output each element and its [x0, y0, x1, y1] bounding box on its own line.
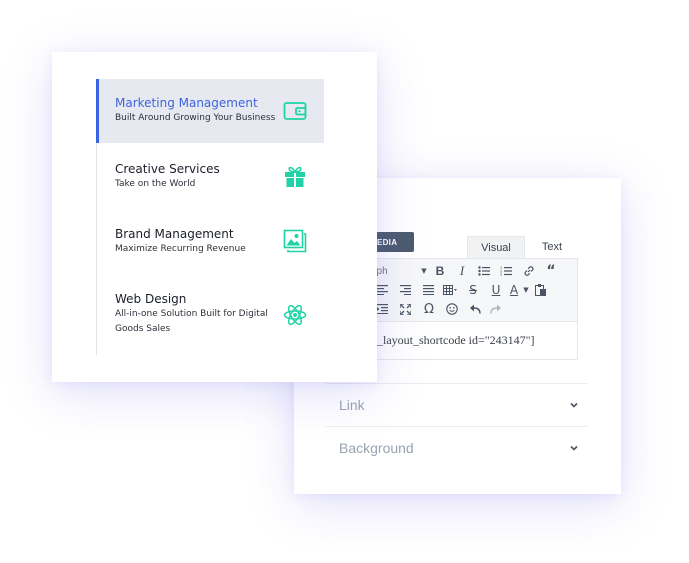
accordion-background-label: Background	[339, 440, 414, 456]
service-subtitle: Take on the World	[115, 179, 196, 189]
chevron-down-icon	[570, 445, 578, 451]
service-title: Brand Management	[115, 227, 234, 241]
shortcode-text: _layout_shortcode id="243147"]	[377, 333, 535, 347]
align-right-icon[interactable]	[393, 281, 417, 299]
emoji-icon[interactable]	[441, 300, 463, 318]
special-character-icon[interactable]: Ω	[417, 300, 441, 318]
divider	[326, 426, 588, 427]
divider	[326, 383, 588, 384]
justify-icon[interactable]	[417, 281, 439, 299]
accordion-background[interactable]: Background	[339, 437, 579, 459]
dropdown-arrow-icon[interactable]: ▼	[419, 262, 429, 280]
undo-icon[interactable]	[463, 300, 487, 318]
paragraph-format-select[interactable]: aph	[371, 262, 419, 280]
paste-icon[interactable]	[531, 281, 549, 299]
text-color-dropdown-icon[interactable]: ▼	[521, 281, 531, 299]
underline-icon[interactable]: U	[485, 281, 507, 299]
gift-icon	[285, 166, 305, 187]
accordion-link[interactable]: Link	[339, 394, 579, 416]
image-gallery-icon	[283, 229, 307, 253]
service-tab-creative-services[interactable]: Creative Services Take on the World	[97, 144, 324, 208]
svg-text:3: 3	[500, 273, 502, 276]
text-color-icon[interactable]: A	[507, 281, 521, 299]
tab-visual[interactable]: Visual	[467, 236, 525, 258]
bold-icon[interactable]: B	[429, 262, 451, 280]
service-subtitle: Built Around Growing Your Business	[115, 113, 276, 123]
service-title: Creative Services	[115, 162, 220, 176]
bullet-list-icon[interactable]	[473, 262, 495, 280]
tab-text[interactable]: Text	[525, 236, 579, 258]
service-subtitle: All-in-one Solution Built for Digital Go…	[115, 309, 268, 334]
redo-icon[interactable]	[487, 300, 505, 318]
service-tab-marketing-management[interactable]: Marketing Management Built Around Growin…	[96, 79, 324, 143]
blockquote-icon[interactable]: “	[541, 262, 561, 280]
atom-icon	[283, 304, 307, 326]
service-tab-web-design[interactable]: Web Design All-in-one Solution Built for…	[97, 274, 324, 338]
wallet-icon	[283, 102, 307, 120]
service-subtitle: Maximize Recurring Revenue	[115, 244, 246, 254]
service-title: Marketing Management	[115, 96, 258, 110]
table-icon[interactable]	[439, 281, 461, 299]
numbered-list-icon[interactable]: 123	[495, 262, 517, 280]
accordion-link-label: Link	[339, 397, 365, 413]
chevron-down-icon	[570, 402, 578, 408]
link-icon[interactable]	[517, 262, 541, 280]
italic-icon[interactable]: I	[451, 262, 473, 280]
service-tab-brand-management[interactable]: Brand Management Maximize Recurring Reve…	[97, 209, 324, 273]
service-title: Web Design	[115, 292, 187, 306]
fullscreen-icon[interactable]	[393, 300, 417, 318]
strikethrough-icon[interactable]: S	[461, 281, 485, 299]
